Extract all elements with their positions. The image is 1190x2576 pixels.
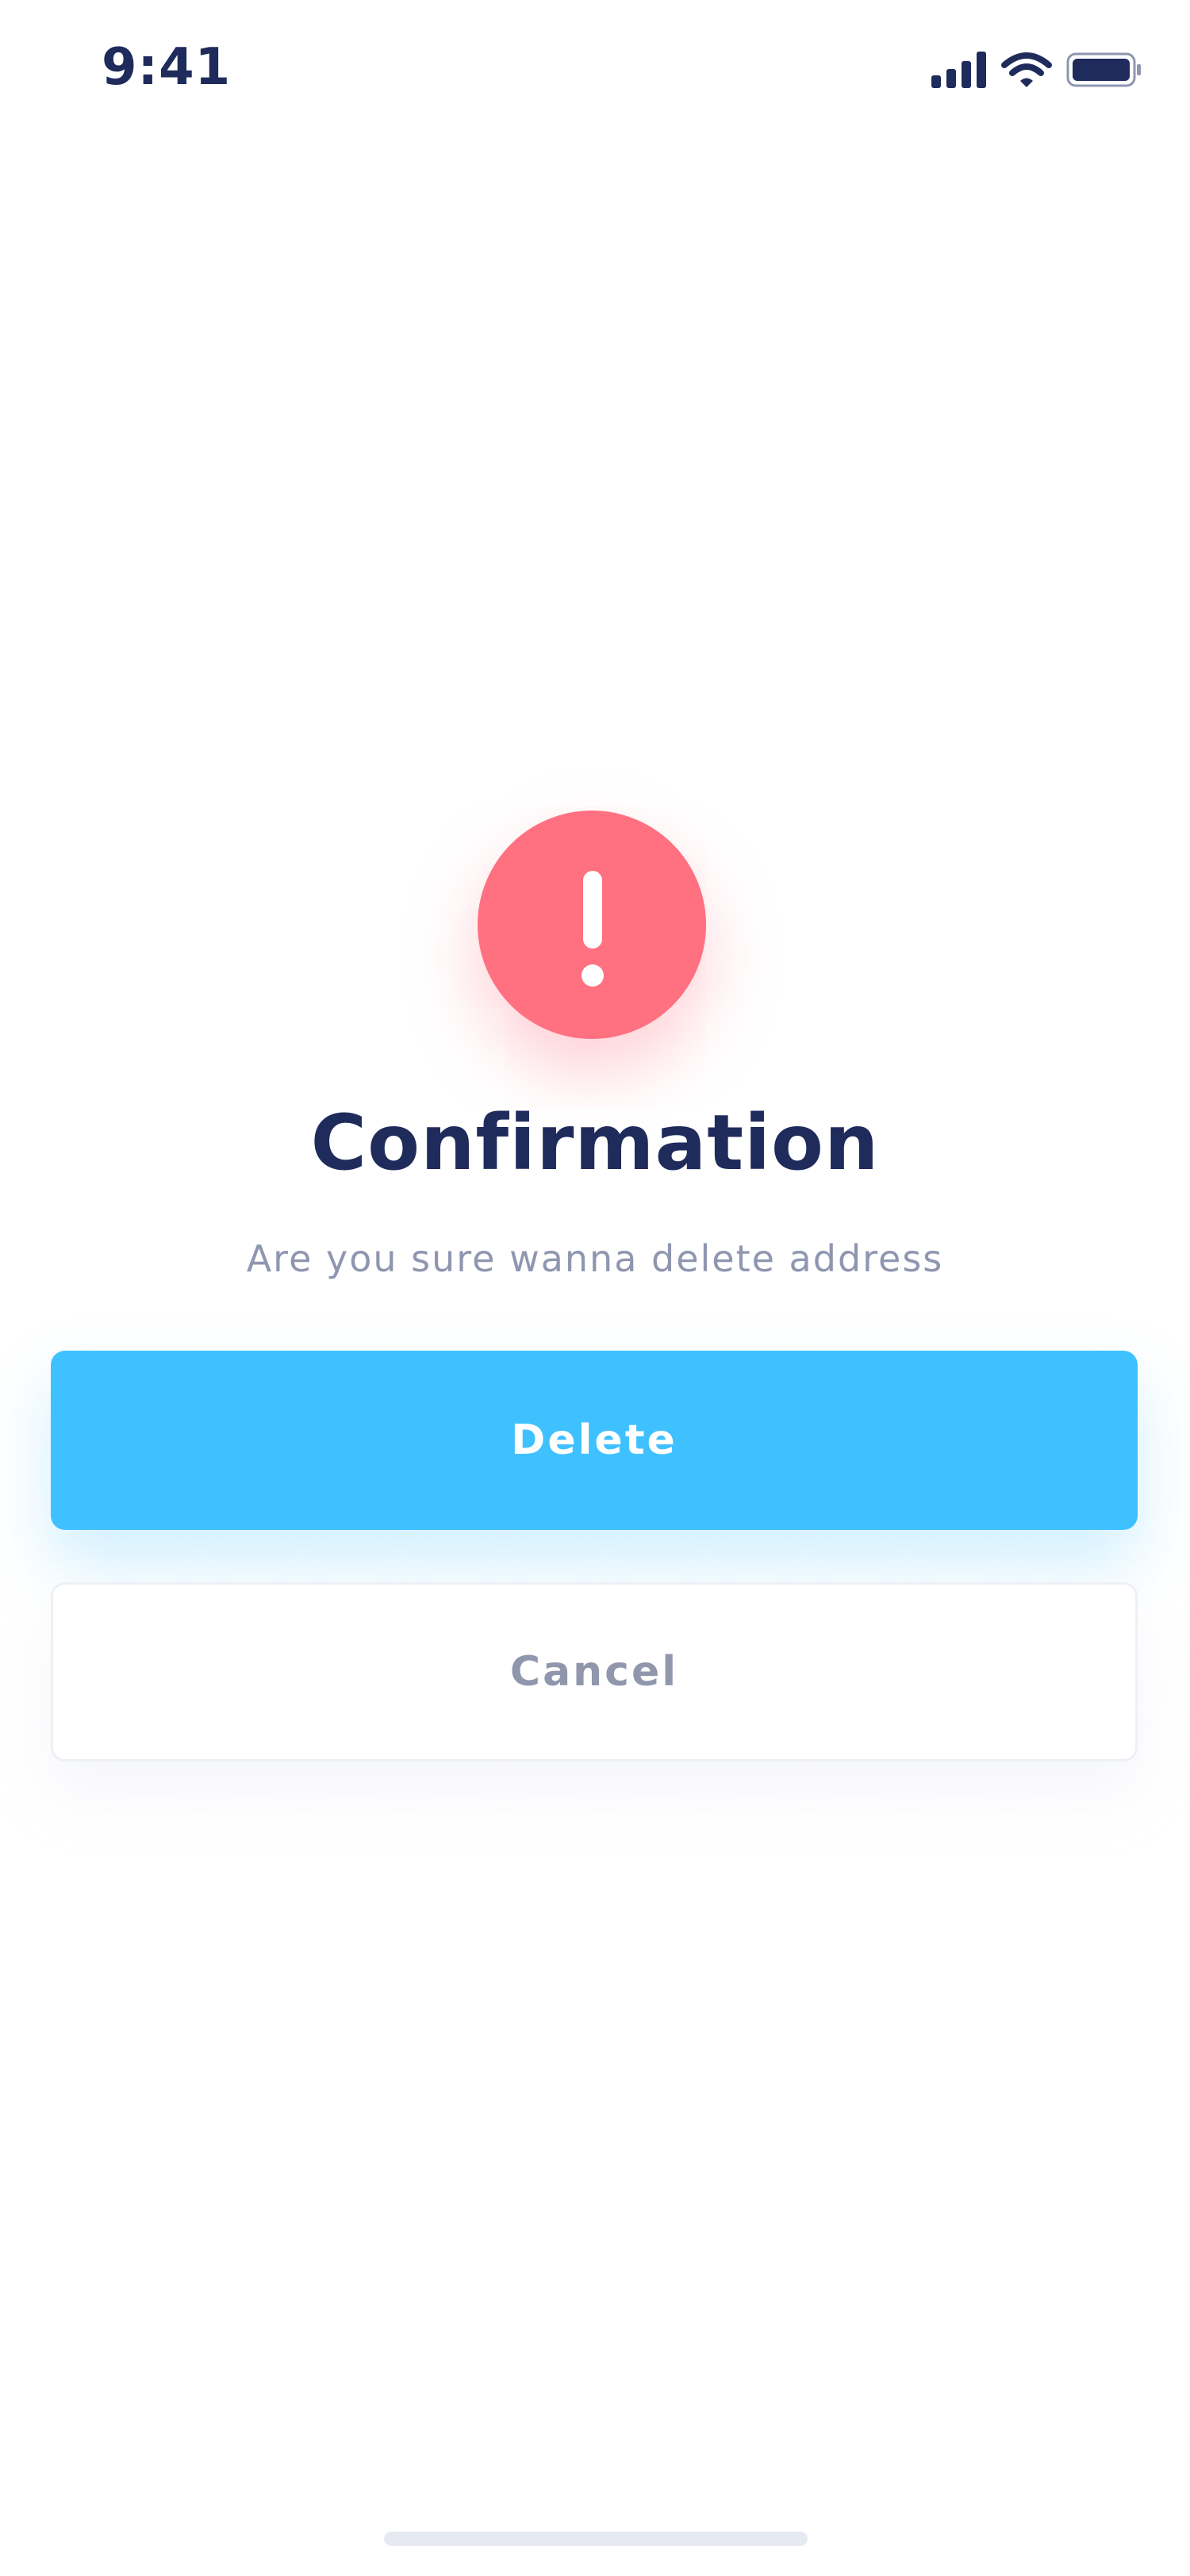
home-indicator [384,2532,808,2546]
alert-circle [478,811,706,1039]
signal-icon [931,52,986,88]
wifi-icon [1001,52,1052,87]
status-icons [931,48,1142,92]
cancel-button[interactable]: Cancel [51,1582,1138,1761]
dialog-message: Are you sure wanna delete address [246,1237,944,1280]
battery-icon [1066,52,1141,87]
status-bar: 9:41 [0,0,1190,143]
status-time: 9:41 [102,38,232,97]
delete-button[interactable]: Delete [51,1351,1138,1530]
exclamation-icon [582,871,604,987]
dialog-title: Confirmation [310,1098,880,1187]
